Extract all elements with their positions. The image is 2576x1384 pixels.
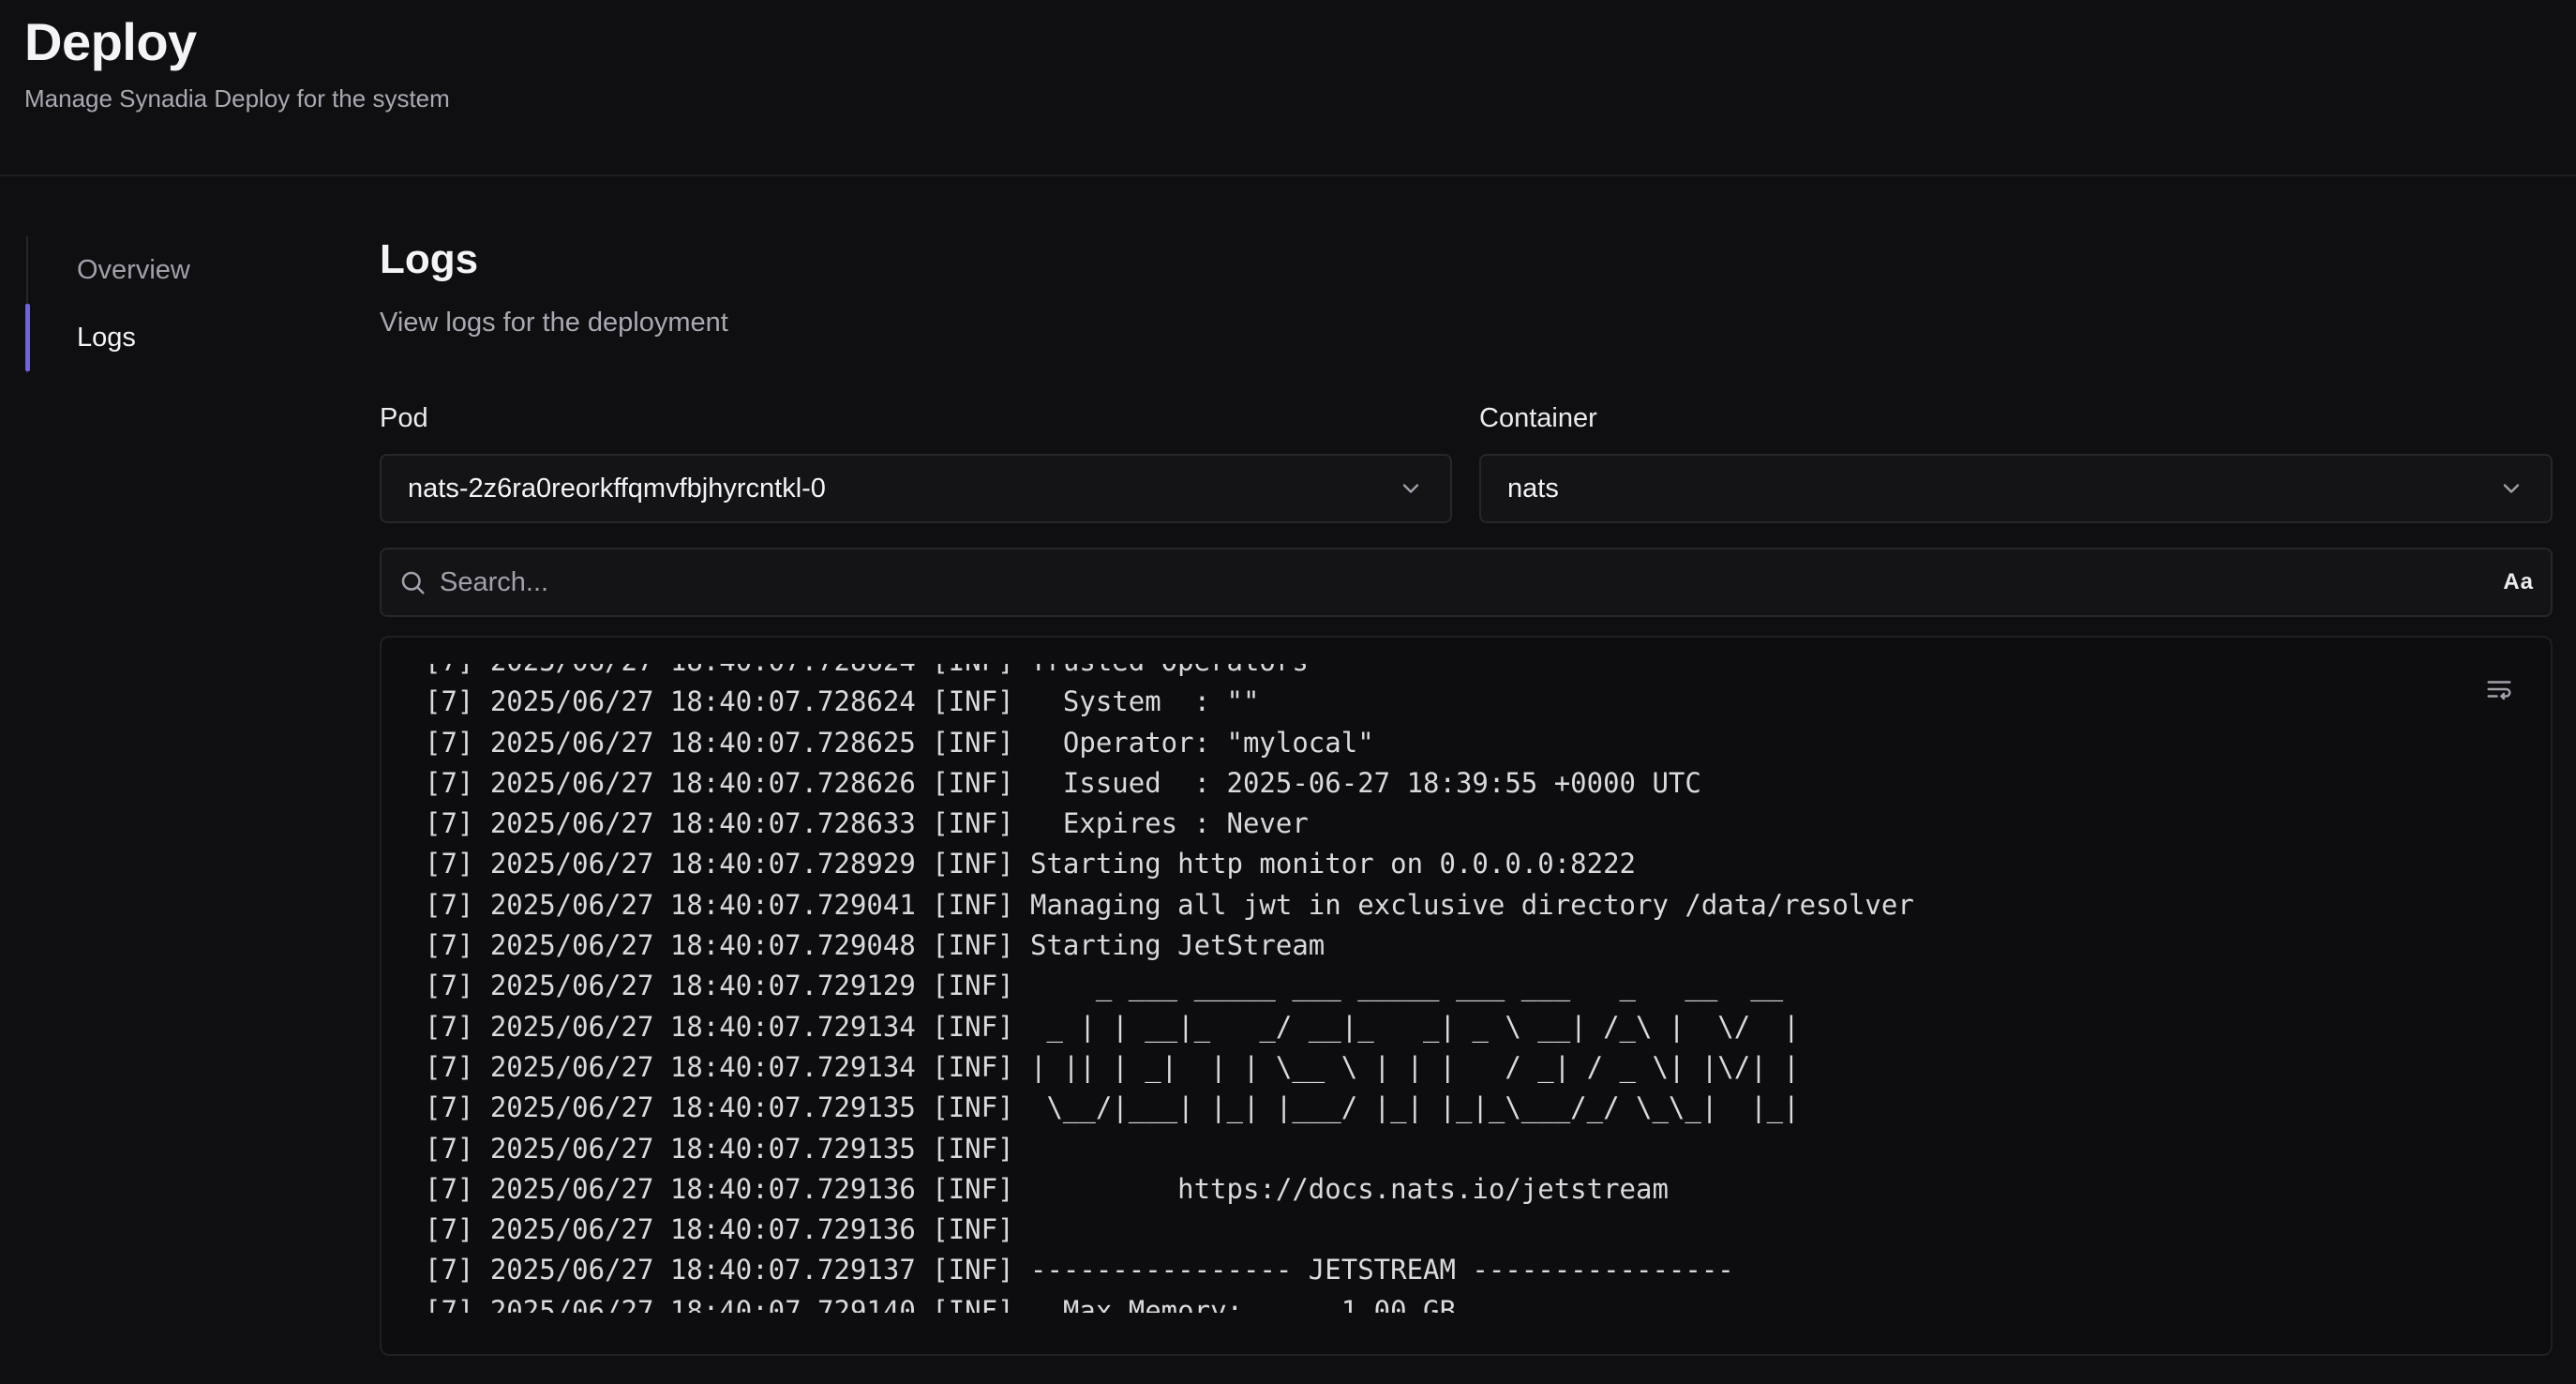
- log-line: [7] 2025/06/27 18:40:07.729140 [INF] Max…: [425, 1294, 1456, 1313]
- log-line: [7] 2025/06/27 18:40:07.728624 [INF] Tru…: [425, 664, 1914, 682]
- log-line: [7] 2025/06/27 18:40:07.729135 [INF]: [425, 1132, 1014, 1165]
- pod-label: Pod: [380, 403, 428, 433]
- container-select[interactable]: nats: [1479, 454, 2553, 523]
- sidebar-item-logs[interactable]: Logs: [25, 304, 309, 371]
- chevron-down-icon: [1402, 484, 1419, 493]
- sidebar-nav: Overview Logs: [25, 236, 309, 373]
- log-search-bar: Aa: [380, 548, 2553, 617]
- search-input[interactable]: [440, 566, 2504, 598]
- container-select-value: nats: [1507, 473, 1559, 504]
- sidebar-item-label: Logs: [77, 322, 136, 353]
- log-line: [7] 2025/06/27 18:40:07.729136 [INF] htt…: [425, 1172, 1669, 1205]
- section-title: Logs: [380, 236, 479, 282]
- log-line: [7] 2025/06/27 18:40:07.729135 [INF] \__…: [425, 1091, 1800, 1124]
- log-line: [7] 2025/06/27 18:40:07.729048 [INF] Sta…: [425, 929, 1325, 962]
- page-header: Deploy Manage Synadia Deploy for the sys…: [0, 0, 2576, 176]
- log-line: [7] 2025/06/27 18:40:07.729129 [INF] _ _…: [425, 970, 1784, 1002]
- pod-select[interactable]: nats-2z6ra0reorkffqmvfbjhyrcntkl-0: [380, 454, 1452, 523]
- search-icon: [401, 571, 425, 594]
- chevron-down-icon: [2503, 484, 2520, 493]
- sidebar-item-label: Overview: [77, 254, 190, 285]
- wrap-lines-icon[interactable]: [2485, 675, 2513, 703]
- log-line: [7] 2025/06/27 18:40:07.728624 [INF] Sys…: [425, 685, 1260, 718]
- log-line: [7] 2025/06/27 18:40:07.729136 [INF]: [425, 1213, 1014, 1246]
- section-subtitle: View logs for the deployment: [380, 308, 728, 338]
- log-scroll-area[interactable]: [7] 2025/06/27 18:40:07.728624 [INF] Tru…: [382, 664, 2472, 1313]
- log-line: [7] 2025/06/27 18:40:07.728633 [INF] Exp…: [425, 807, 1309, 840]
- log-line: [7] 2025/06/27 18:40:07.729134 [INF] | |…: [425, 1050, 1800, 1083]
- log-line: [7] 2025/06/27 18:40:07.728625 [INF] Ope…: [425, 726, 1374, 759]
- container-label: Container: [1479, 403, 1597, 433]
- log-lines: [7] 2025/06/27 18:40:07.728624 [INF] Tru…: [425, 664, 1914, 1313]
- log-line: [7] 2025/06/27 18:40:07.729134 [INF] _ |…: [425, 1010, 1800, 1043]
- log-line: [7] 2025/06/27 18:40:07.728929 [INF] Sta…: [425, 848, 1637, 880]
- match-case-toggle[interactable]: Aa: [2503, 569, 2534, 595]
- page-title: Deploy: [24, 12, 197, 71]
- page-subtitle: Manage Synadia Deploy for the system: [24, 84, 450, 113]
- log-line: [7] 2025/06/27 18:40:07.728626 [INF] Iss…: [425, 766, 1701, 799]
- pod-select-value: nats-2z6ra0reorkffqmvfbjhyrcntkl-0: [408, 473, 826, 504]
- log-line: [7] 2025/06/27 18:40:07.729137 [INF] ---…: [425, 1254, 1734, 1286]
- log-viewer[interactable]: [7] 2025/06/27 18:40:07.728624 [INF] Tru…: [380, 636, 2553, 1356]
- log-line: [7] 2025/06/27 18:40:07.729041 [INF] Man…: [425, 888, 1914, 921]
- sidebar-item-overview[interactable]: Overview: [28, 236, 309, 304]
